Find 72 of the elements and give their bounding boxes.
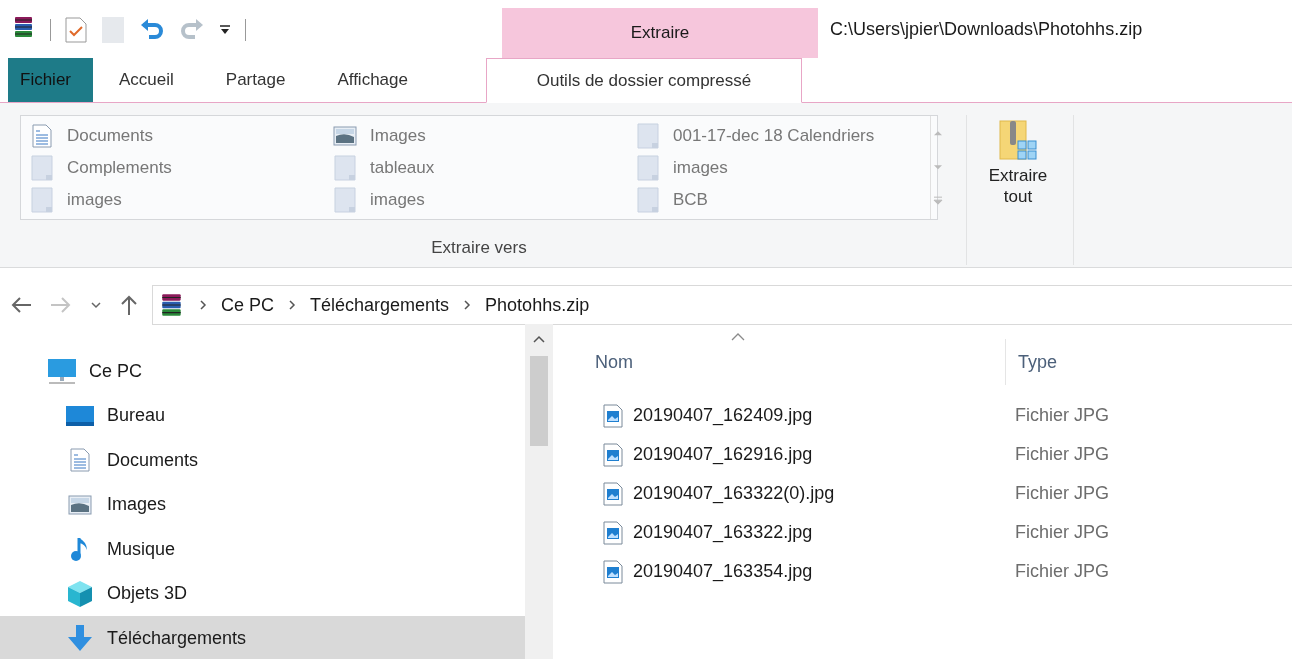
image-file-icon bbox=[603, 442, 623, 467]
chevron-right-icon bbox=[288, 299, 296, 311]
ribbon-tab[interactable]: Partage bbox=[199, 58, 312, 102]
breadcrumb-item[interactable]: Téléchargements bbox=[310, 294, 450, 316]
gallery-item[interactable]: images bbox=[370, 190, 425, 210]
scroll-thumb[interactable] bbox=[530, 356, 548, 446]
gallery-item[interactable]: tableaux bbox=[370, 158, 435, 178]
breadcrumb-item[interactable]: Photohhs.zip bbox=[485, 294, 590, 316]
page-icon bbox=[31, 155, 53, 181]
dropdown-icon[interactable] bbox=[219, 23, 231, 36]
ribbon-tab[interactable]: Accueil bbox=[93, 58, 200, 102]
extract-all-button[interactable]: Extraire tout bbox=[977, 115, 1059, 212]
scrollbar[interactable] bbox=[525, 324, 553, 659]
gallery-item[interactable]: Documents bbox=[67, 126, 153, 146]
gallery-item[interactable]: Images bbox=[370, 126, 426, 146]
breadcrumb-item[interactable]: Ce PC bbox=[221, 294, 274, 316]
image-file-icon bbox=[603, 559, 623, 584]
file-type: Fichier JPG bbox=[1014, 561, 1110, 582]
page-icon bbox=[637, 123, 659, 149]
gallery-item[interactable]: 001-17-dec 18 Calendriers bbox=[673, 126, 875, 146]
file-name[interactable]: 20190407_162409.jpg bbox=[633, 405, 813, 426]
address-bar[interactable]: Ce PC Téléchargements Photohhs.zip bbox=[152, 285, 1292, 325]
gallery-item[interactable]: images bbox=[67, 190, 122, 210]
image-file-icon bbox=[603, 403, 623, 428]
up-arrow-icon[interactable] bbox=[120, 294, 138, 316]
properties-icon[interactable] bbox=[65, 16, 87, 43]
chevron-right-icon bbox=[463, 299, 472, 311]
cube-icon bbox=[66, 579, 94, 608]
ribbon-tab[interactable]: Fichier bbox=[8, 58, 93, 102]
file-type: Fichier JPG bbox=[1014, 444, 1110, 465]
sidebar-item[interactable]: Téléchargements bbox=[0, 616, 525, 659]
file-type: Fichier JPG bbox=[1014, 483, 1110, 504]
document-icon bbox=[32, 124, 52, 148]
file-type: Fichier JPG bbox=[1014, 522, 1110, 543]
gallery-item[interactable]: images bbox=[673, 158, 728, 178]
page-icon bbox=[637, 155, 659, 181]
desktop-icon bbox=[65, 404, 95, 427]
monitor-icon bbox=[47, 357, 77, 386]
file-name[interactable]: 20190407_163322(0).jpg bbox=[633, 483, 835, 504]
page-icon bbox=[637, 187, 659, 213]
page-icon bbox=[334, 155, 356, 181]
sidebar-item[interactable]: Images bbox=[0, 482, 525, 527]
document-icon bbox=[70, 448, 90, 473]
chevron-down-icon[interactable] bbox=[90, 300, 102, 310]
sidebar-item[interactable]: Ce PC bbox=[0, 349, 525, 394]
back-arrow-icon[interactable] bbox=[10, 296, 32, 314]
file-name[interactable]: 20190407_163322.jpg bbox=[633, 522, 813, 543]
page-icon bbox=[334, 187, 356, 213]
group-label: Extraire vers bbox=[431, 238, 527, 258]
ribbon-tab[interactable]: Affichage bbox=[311, 58, 434, 102]
landscape-icon bbox=[68, 494, 92, 515]
page-icon bbox=[31, 187, 53, 213]
landscape-icon bbox=[333, 126, 357, 146]
file-name[interactable]: 20190407_162916.jpg bbox=[633, 444, 813, 465]
image-file-icon bbox=[603, 481, 623, 506]
image-file-icon bbox=[603, 520, 623, 545]
sidebar-item[interactable]: Documents bbox=[0, 438, 525, 483]
chevron-right-icon bbox=[199, 299, 207, 311]
ribbon-tab[interactable]: Outils de dossier compressé bbox=[485, 58, 802, 103]
sidebar-item[interactable]: Musique bbox=[0, 527, 525, 572]
scroll-up-icon[interactable] bbox=[533, 334, 545, 344]
gallery-item[interactable]: BCB bbox=[673, 190, 708, 210]
file-name[interactable]: 20190407_163354.jpg bbox=[633, 561, 813, 582]
file-type: Fichier JPG bbox=[1014, 405, 1110, 426]
gallery-item[interactable]: Complements bbox=[67, 158, 172, 178]
sidebar-item[interactable]: Objets 3D bbox=[0, 571, 525, 616]
download-arrow-icon bbox=[66, 624, 94, 653]
sidebar-item[interactable]: Bureau bbox=[0, 393, 525, 438]
window-title: C:\Users\jpier\Downloads\Photohhs.zip bbox=[829, 18, 1143, 40]
column-header[interactable]: Type bbox=[1005, 339, 1058, 385]
context-tab-group: Extraire bbox=[502, 8, 818, 58]
column-header[interactable]: Nom bbox=[595, 351, 1005, 373]
